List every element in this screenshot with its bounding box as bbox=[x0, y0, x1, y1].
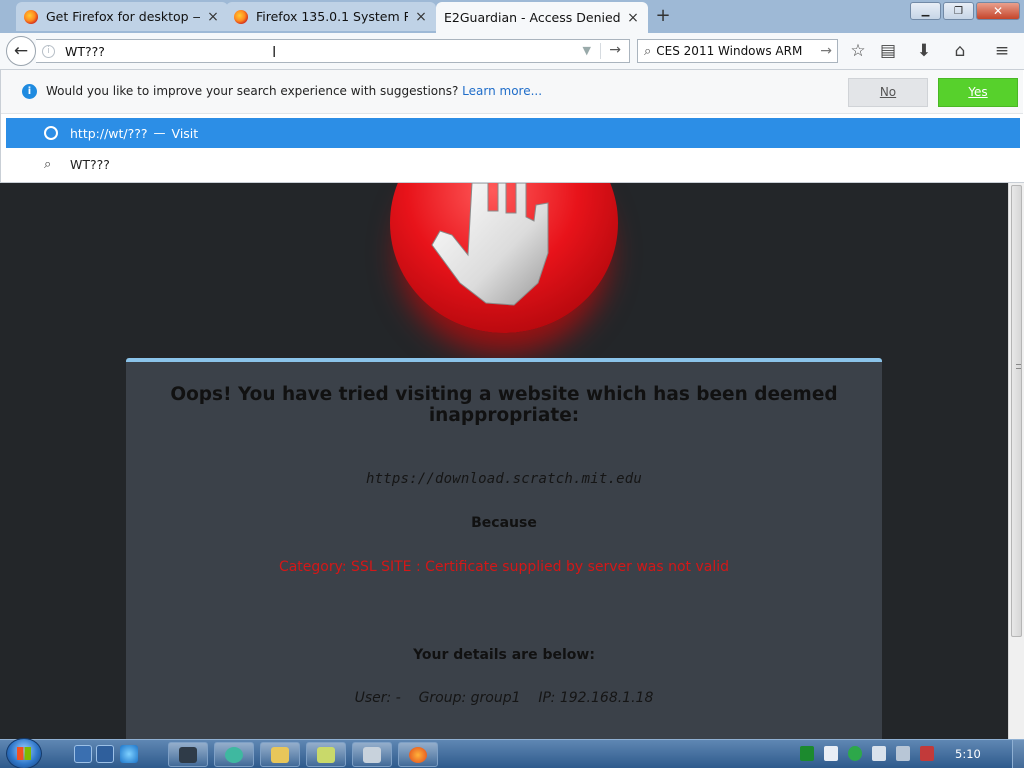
url-bar[interactable]: i WT??? Ι ▼ → bbox=[36, 39, 630, 63]
tab-access-denied[interactable]: E2Guardian - Access Denied × bbox=[436, 2, 648, 33]
terminal-icon bbox=[179, 746, 197, 763]
tools-app-icon bbox=[363, 746, 381, 763]
bookmark-star-icon[interactable]: ☆ bbox=[848, 41, 868, 61]
text-cursor-icon: Ι bbox=[272, 43, 277, 61]
suggestion-url: http://wt/??? bbox=[70, 125, 148, 141]
bookmarks-menu-icon[interactable]: ▤ bbox=[878, 41, 898, 61]
no-button[interactable]: No bbox=[848, 78, 928, 107]
tray-volume-muted-icon[interactable] bbox=[920, 746, 934, 761]
taskbar-app-firefox[interactable] bbox=[398, 742, 438, 767]
windows-logo-icon bbox=[17, 747, 31, 760]
internet-explorer-icon[interactable] bbox=[120, 745, 138, 763]
learn-more-link[interactable]: Learn more... bbox=[462, 84, 542, 98]
vertical-scrollbar[interactable] bbox=[1008, 183, 1024, 739]
suggestion-term: WT??? bbox=[70, 156, 110, 172]
navigation-toolbar: i WT??? Ι ▼ → ← ⌕ CES 2011 Windows ARM →… bbox=[0, 33, 1024, 70]
tab-system-requirements[interactable]: Firefox 135.0.1 System Requ × bbox=[226, 2, 436, 31]
search-suggestions-notice: i Would you like to improve your search … bbox=[1, 70, 1023, 114]
suggestions-question: Would you like to improve your search ex… bbox=[46, 84, 542, 98]
taskbar-app-network[interactable] bbox=[214, 742, 254, 767]
scrollbar-grip bbox=[1016, 364, 1021, 369]
because-label: Because bbox=[471, 515, 537, 531]
details-heading: Your details are below: bbox=[413, 647, 595, 663]
access-denied-card: Oops! You have tried visiting a website … bbox=[126, 358, 882, 739]
firefox-icon bbox=[24, 9, 38, 24]
new-tab-button[interactable]: + bbox=[652, 5, 674, 27]
taskbar-app-tools[interactable] bbox=[352, 742, 392, 767]
scrollbar-thumb[interactable] bbox=[1011, 185, 1022, 637]
utility-app-icon bbox=[317, 746, 335, 763]
firefox-icon bbox=[234, 9, 248, 24]
search-icon: ⌕ bbox=[644, 43, 652, 59]
go-arrow-icon[interactable]: → bbox=[609, 42, 621, 58]
url-suggestion-panel: i Would you like to improve your search … bbox=[0, 70, 1024, 183]
yes-button[interactable]: Yes bbox=[938, 78, 1018, 107]
taskbar-app-explorer[interactable] bbox=[260, 742, 300, 767]
start-button[interactable] bbox=[6, 738, 42, 768]
page-heading: Oops! You have tried visiting a website … bbox=[170, 384, 838, 426]
block-reason: Category: SSL SITE : Certificate supplie… bbox=[278, 559, 730, 575]
tray-flag-icon[interactable] bbox=[872, 746, 886, 761]
search-bar[interactable]: ⌕ CES 2011 Windows ARM → bbox=[637, 39, 838, 63]
suggestion-search-term[interactable]: ⌕ WT??? bbox=[6, 150, 1020, 178]
firefox-icon bbox=[409, 746, 427, 763]
site-info-icon[interactable]: i bbox=[42, 44, 55, 58]
back-button[interactable]: ← bbox=[6, 36, 36, 66]
search-icon: ⌕ bbox=[44, 156, 52, 172]
window-close-button[interactable]: ✕ bbox=[976, 2, 1020, 20]
taskbar-app-utility[interactable] bbox=[306, 742, 346, 767]
taskbar-clock[interactable]: 5:10 bbox=[955, 747, 981, 761]
suggestion-separator: — bbox=[153, 126, 166, 140]
history-dropdown-icon[interactable]: ▼ bbox=[583, 44, 591, 57]
minimize-button[interactable]: ▁ bbox=[910, 2, 941, 20]
tab-title: E2Guardian - Access Denied bbox=[444, 10, 620, 25]
tab-title: Firefox 135.0.1 System Requ bbox=[256, 9, 408, 24]
question-text: Would you like to improve your search ex… bbox=[46, 84, 459, 98]
search-input[interactable]: CES 2011 Windows ARM bbox=[656, 44, 820, 58]
suggestion-action: Visit bbox=[171, 125, 199, 141]
tab-get-firefox[interactable]: Get Firefox for desktop — M × bbox=[16, 2, 228, 31]
folder-icon bbox=[271, 746, 289, 763]
url-input[interactable]: WT??? bbox=[65, 44, 205, 59]
close-icon[interactable]: × bbox=[414, 9, 428, 25]
close-icon[interactable]: × bbox=[626, 10, 640, 26]
tray-network-icon[interactable] bbox=[896, 746, 910, 761]
user-details: User: - Group: group1 IP: 192.168.1.18 bbox=[354, 690, 654, 706]
search-go-icon[interactable]: → bbox=[820, 43, 832, 59]
restore-button[interactable]: ❐ bbox=[943, 2, 974, 20]
url-bar-divider bbox=[600, 43, 601, 59]
show-desktop-button[interactable] bbox=[1012, 740, 1024, 768]
page-content: Oops! You have tried visiting a website … bbox=[0, 183, 1008, 739]
tab-title: Get Firefox for desktop — M bbox=[46, 9, 200, 24]
hamburger-menu-icon[interactable]: ≡ bbox=[992, 41, 1012, 61]
home-icon[interactable]: ⌂ bbox=[950, 41, 970, 61]
info-icon: i bbox=[22, 84, 37, 99]
tray-check-icon[interactable] bbox=[848, 746, 862, 761]
blocked-url: https://download.scratch.mit.edu bbox=[365, 471, 643, 487]
close-icon[interactable]: × bbox=[206, 9, 220, 25]
downloads-icon[interactable]: ⬇ bbox=[914, 41, 934, 61]
window-controls: ▁ ❐ ✕ bbox=[908, 2, 1020, 20]
tray-document-icon[interactable] bbox=[824, 746, 838, 761]
network-app-icon bbox=[225, 746, 243, 763]
show-desktop-icon[interactable] bbox=[74, 745, 92, 763]
suggestion-visit-url[interactable]: http://wt/??? — Visit bbox=[6, 118, 1020, 148]
tray-monitor-icon[interactable] bbox=[800, 746, 814, 761]
taskbar-app-terminal[interactable] bbox=[168, 742, 208, 767]
stop-hand-icon bbox=[431, 183, 549, 306]
windows-taskbar: 5:10 bbox=[0, 738, 1024, 768]
globe-icon bbox=[44, 126, 58, 140]
tab-strip: Get Firefox for desktop — M × Firefox 13… bbox=[0, 0, 1024, 33]
back-arrow-icon: ← bbox=[13, 41, 29, 61]
window-switcher-icon[interactable] bbox=[96, 745, 114, 763]
